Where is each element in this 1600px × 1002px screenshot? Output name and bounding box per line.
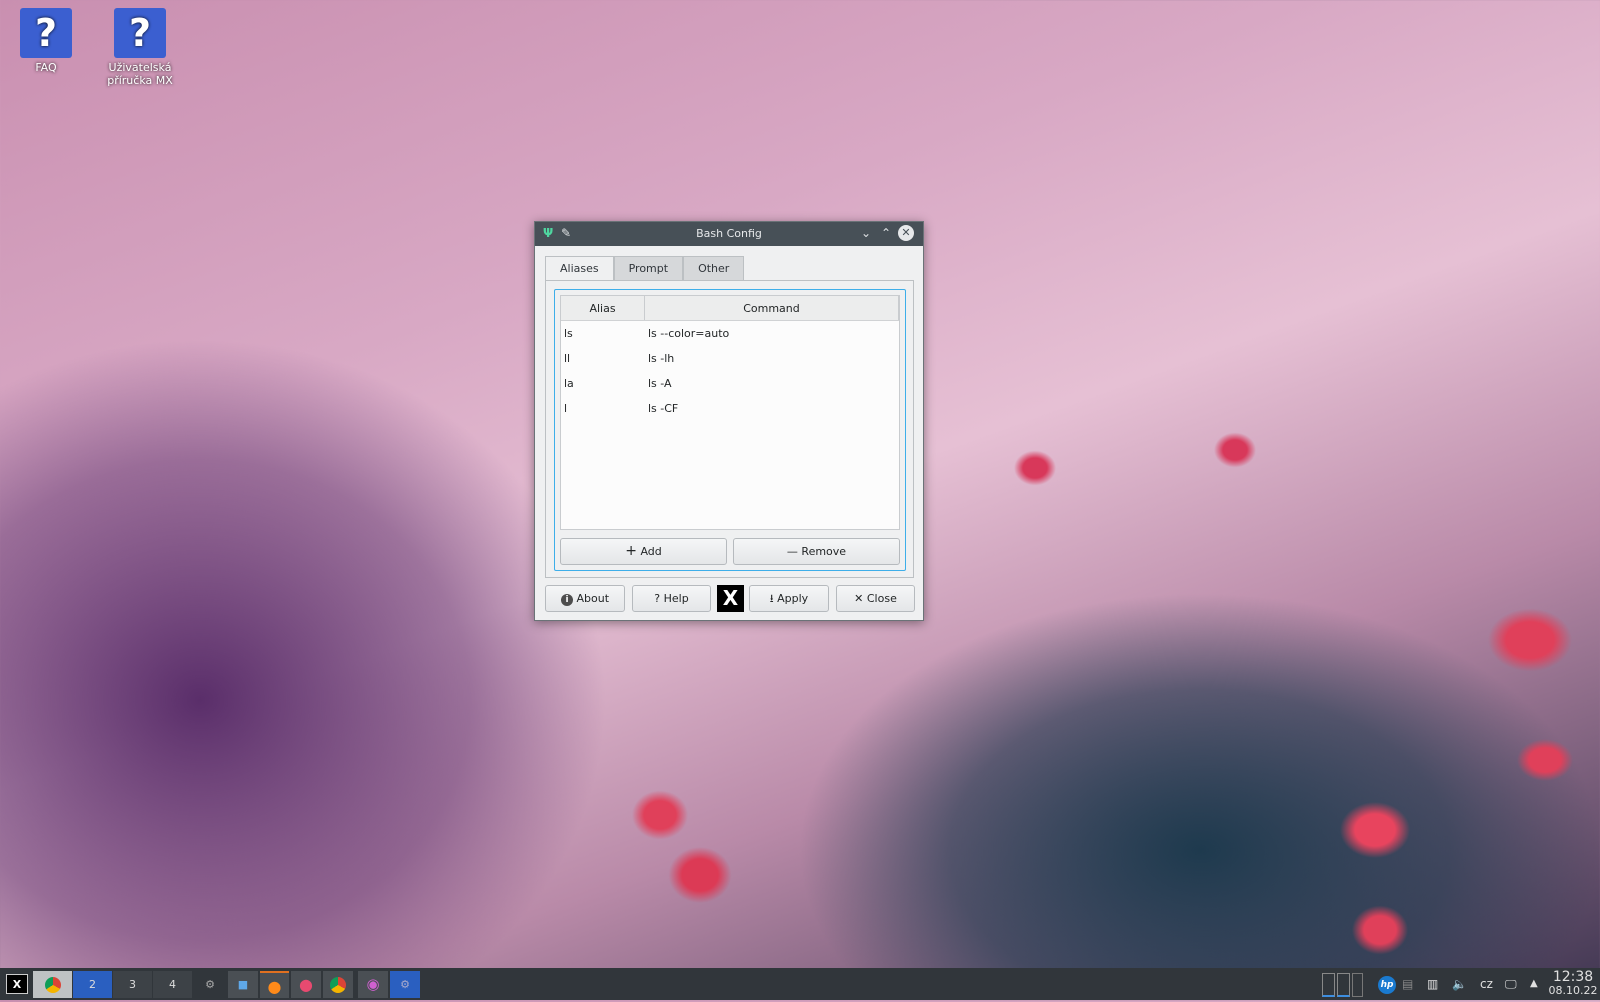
table-row[interactable]: ls ls --color=auto bbox=[561, 321, 899, 346]
command-cell: ls --color=auto bbox=[648, 327, 730, 340]
network-icon[interactable]: 🖵 bbox=[1505, 968, 1523, 1000]
eye-icon[interactable]: ◉ bbox=[358, 971, 388, 998]
workspace-4[interactable]: 4 bbox=[153, 971, 192, 998]
command-cell: ls -lh bbox=[648, 352, 675, 365]
alias-cell: la bbox=[564, 377, 574, 390]
hp-printer-icon[interactable]: hp bbox=[1377, 968, 1397, 1000]
tab-prompt[interactable]: Prompt bbox=[613, 256, 684, 280]
workspace-2[interactable]: 2 bbox=[73, 971, 112, 998]
aliases-group: Alias Command ls ls --color=auto ll ls -lh… bbox=[554, 289, 906, 571]
minimize-chevron-down-icon[interactable]: ⌄ bbox=[861, 226, 871, 240]
desktop-icon-faq[interactable]: ? FAQ bbox=[1, 8, 91, 74]
firefox-icon[interactable]: ● bbox=[260, 971, 289, 998]
minus-icon: — bbox=[786, 545, 798, 558]
tab-other[interactable]: Other bbox=[683, 256, 745, 280]
command-cell: ls -A bbox=[648, 377, 672, 390]
help-question-icon: ? bbox=[114, 8, 166, 58]
clock-date: 08.10.22 bbox=[1548, 984, 1598, 997]
command-cell: ls -CF bbox=[648, 402, 679, 415]
alias-cell: ls bbox=[564, 327, 573, 340]
aliases-table[interactable]: Alias Command ls ls --color=auto ll ls -lh… bbox=[560, 295, 900, 530]
table-row[interactable]: ll ls -lh bbox=[561, 346, 899, 371]
help-button[interactable]: ? Help bbox=[632, 585, 711, 612]
apply-label: Apply bbox=[777, 592, 809, 605]
help-question-icon: ? bbox=[20, 8, 72, 58]
desktop-icon-label: FAQ bbox=[35, 61, 57, 74]
pager-icon[interactable] bbox=[1322, 968, 1370, 1000]
network-panel-icon[interactable]: ▤ bbox=[1402, 968, 1420, 1000]
close-button[interactable]: ✕ Close bbox=[836, 585, 915, 612]
mx-menu-button[interactable]: X bbox=[6, 974, 28, 994]
aliases-pane: Alias Command ls ls --color=auto ll ls -lh… bbox=[545, 280, 914, 578]
alias-cell: l bbox=[564, 402, 568, 415]
info-icon: i bbox=[560, 594, 573, 606]
apply-button[interactable]: ⭳ Apply bbox=[749, 585, 829, 612]
tab-aliases[interactable]: Aliases bbox=[545, 256, 614, 280]
clock[interactable]: 12:38 08.10.22 bbox=[1548, 970, 1598, 1002]
bash-config-window: Ψ ✎ Bash Config ⌄ ⌃ ✕ Aliases Prompt Oth… bbox=[534, 221, 924, 621]
maximize-chevron-up-icon[interactable]: ⌃ bbox=[881, 226, 891, 240]
help-label: Help bbox=[663, 592, 689, 605]
chrome-icon[interactable] bbox=[323, 971, 353, 998]
add-label: Add bbox=[640, 545, 662, 558]
close-label: Close bbox=[866, 592, 897, 605]
download-icon: ⭳ bbox=[769, 592, 774, 605]
close-icon: ✕ bbox=[854, 592, 864, 605]
settings-icon[interactable]: ⚙ bbox=[196, 971, 224, 998]
clipboard-icon[interactable]: ▥ bbox=[1427, 968, 1443, 1000]
about-button[interactable]: i About bbox=[545, 585, 625, 612]
title-bar[interactable]: Ψ ✎ Bash Config ⌄ ⌃ ✕ bbox=[535, 222, 923, 246]
tray-expand-icon[interactable]: ▲ bbox=[1530, 968, 1542, 1000]
table-row[interactable]: l ls -CF bbox=[561, 396, 899, 421]
workspace-1-chrome-icon[interactable] bbox=[33, 971, 72, 998]
question-icon: ? bbox=[654, 592, 661, 605]
keyboard-layout[interactable]: cz bbox=[1480, 968, 1500, 1000]
download-manager-icon[interactable]: ● bbox=[291, 971, 321, 998]
clock-time: 12:38 bbox=[1552, 969, 1594, 985]
active-window-icon[interactable]: ⚙ bbox=[390, 971, 420, 998]
workspace-3[interactable]: 3 bbox=[113, 971, 152, 998]
plus-icon: + bbox=[625, 543, 637, 559]
column-header-command[interactable]: Command bbox=[645, 296, 899, 320]
file-manager-icon[interactable]: ■ bbox=[228, 971, 258, 998]
alias-cell: ll bbox=[564, 352, 571, 365]
about-label: About bbox=[576, 592, 610, 605]
table-row[interactable]: la ls -A bbox=[561, 371, 899, 396]
desktop-icon-label: Uživatelská příručka MX bbox=[107, 61, 173, 87]
mx-logo-icon: X bbox=[717, 585, 744, 612]
close-window-icon[interactable]: ✕ bbox=[898, 225, 914, 241]
volume-icon[interactable]: 🔈 bbox=[1452, 968, 1470, 1000]
remove-label: Remove bbox=[801, 545, 847, 558]
desktop-icon-user-manual[interactable]: ? Uživatelská příručka MX bbox=[95, 8, 185, 87]
remove-button[interactable]: — Remove bbox=[733, 538, 900, 565]
add-button[interactable]: + Add bbox=[560, 538, 727, 565]
column-header-alias[interactable]: Alias bbox=[561, 296, 645, 320]
taskbar: X 2 3 4 ⚙ ■ ● ● ◉ ⚙ hp ▤ ▥ 🔈 cz 🖵 ▲ 12:3… bbox=[0, 968, 1600, 1000]
